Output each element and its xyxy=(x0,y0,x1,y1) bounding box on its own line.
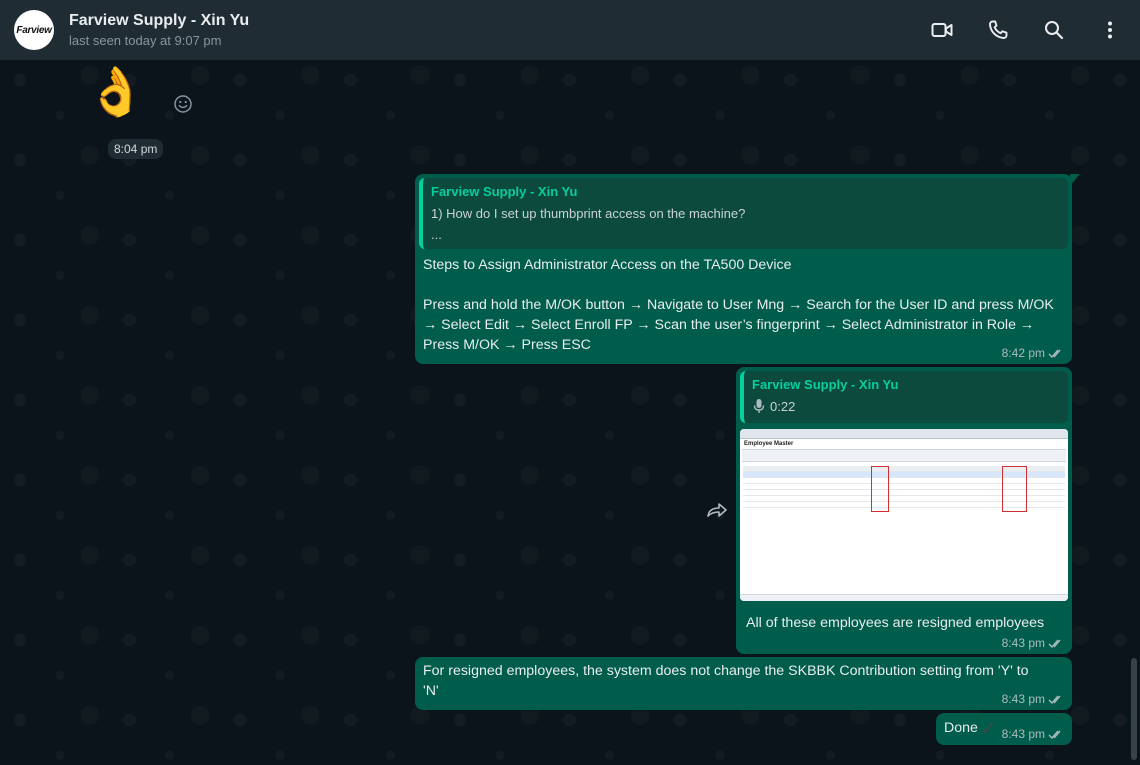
quote-author: Farview Supply - Xin Yu xyxy=(752,377,899,392)
bubble-tail xyxy=(1070,174,1080,186)
outgoing-message-done[interactable]: Done ✓ 8:43 pm xyxy=(936,713,1072,745)
emoji-message[interactable]: 👌 xyxy=(86,63,146,123)
message-text: Done xyxy=(944,720,978,736)
message-time: 8:42 pm xyxy=(1001,346,1045,360)
chat-window: Farview Farview Supply - Xin Yu last see… xyxy=(0,0,1140,765)
message-time: 8:43 pm xyxy=(1001,727,1045,741)
highlight-box xyxy=(871,466,889,512)
screenshot-titlebar xyxy=(740,429,1068,439)
quote-author: Farview Supply - Xin Yu xyxy=(431,184,578,199)
quote-ellipsis: ... xyxy=(431,227,442,242)
double-check-icon xyxy=(1048,729,1064,740)
quoted-message[interactable]: Farview Supply - Xin Yu 1) How do I set … xyxy=(419,178,1068,249)
header-actions xyxy=(902,14,1126,46)
video-call-icon[interactable] xyxy=(926,14,958,46)
message-time: 8:43 pm xyxy=(1001,692,1045,706)
contact-info[interactable]: Farview Supply - Xin Yu last seen today … xyxy=(69,11,249,50)
message-meta: 8:43 pm xyxy=(1002,636,1064,650)
contact-status: last seen today at 9:07 pm xyxy=(69,32,222,48)
message-meta: 8:43 pm xyxy=(1002,727,1064,741)
screenshot-heading: Employee Master xyxy=(744,441,794,447)
outgoing-message-skbbk[interactable]: For resigned employees, the system does … xyxy=(415,657,1072,710)
message-meta: 8:43 pm xyxy=(1002,692,1064,706)
voice-duration: 0:22 xyxy=(770,398,796,414)
outgoing-message-steps[interactable]: Farview Supply - Xin Yu 1) How do I set … xyxy=(415,174,1080,364)
avatar-logo-text: Farview xyxy=(16,24,52,36)
quoted-voice-message[interactable]: Farview Supply - Xin Yu 0:22 xyxy=(740,371,1068,423)
message-text: All of these employees are resigned empl… xyxy=(746,615,1045,631)
voice-call-icon[interactable] xyxy=(982,14,1014,46)
message-text: Steps to Assign Administrator Access on … xyxy=(423,257,1054,353)
screenshot-statusbar xyxy=(740,594,1068,601)
highlight-box xyxy=(1002,466,1027,512)
emoji-message-time: 8:04 pm xyxy=(108,139,164,159)
screenshot-grid xyxy=(740,466,1068,512)
attached-screenshot[interactable]: Employee Master xyxy=(740,429,1068,601)
message-time: 8:43 pm xyxy=(1001,636,1045,650)
quote-text: 1) How do I set up thumbprint access on … xyxy=(431,206,746,221)
message-list[interactable]: 👌 8:04 pm Farview Supply - Xin Yu 1) How… xyxy=(0,60,1140,765)
voice-info: 0:22 xyxy=(752,398,1060,414)
outgoing-message-image[interactable]: Farview Supply - Xin Yu 0:22 Employee Ma… xyxy=(736,367,1072,654)
chat-scrollbar[interactable] xyxy=(1131,658,1137,760)
menu-icon[interactable] xyxy=(1094,14,1126,46)
check-mark-icon: ✓ xyxy=(980,718,997,740)
double-check-icon xyxy=(1048,638,1064,649)
emoji-reaction-icon[interactable] xyxy=(172,93,194,115)
double-check-icon xyxy=(1048,348,1064,359)
microphone-icon xyxy=(753,399,765,413)
avatar[interactable]: Farview xyxy=(14,10,54,50)
message-meta: 8:42 pm xyxy=(1002,346,1064,360)
chat-header[interactable]: Farview Farview Supply - Xin Yu last see… xyxy=(0,0,1140,60)
forward-icon[interactable] xyxy=(705,500,729,520)
screenshot-toolbar xyxy=(742,449,1066,462)
contact-name: Farview Supply - Xin Yu xyxy=(69,11,250,29)
message-text: For resigned employees, the system does … xyxy=(423,663,1033,699)
search-icon[interactable] xyxy=(1038,14,1070,46)
double-check-icon xyxy=(1048,694,1064,705)
